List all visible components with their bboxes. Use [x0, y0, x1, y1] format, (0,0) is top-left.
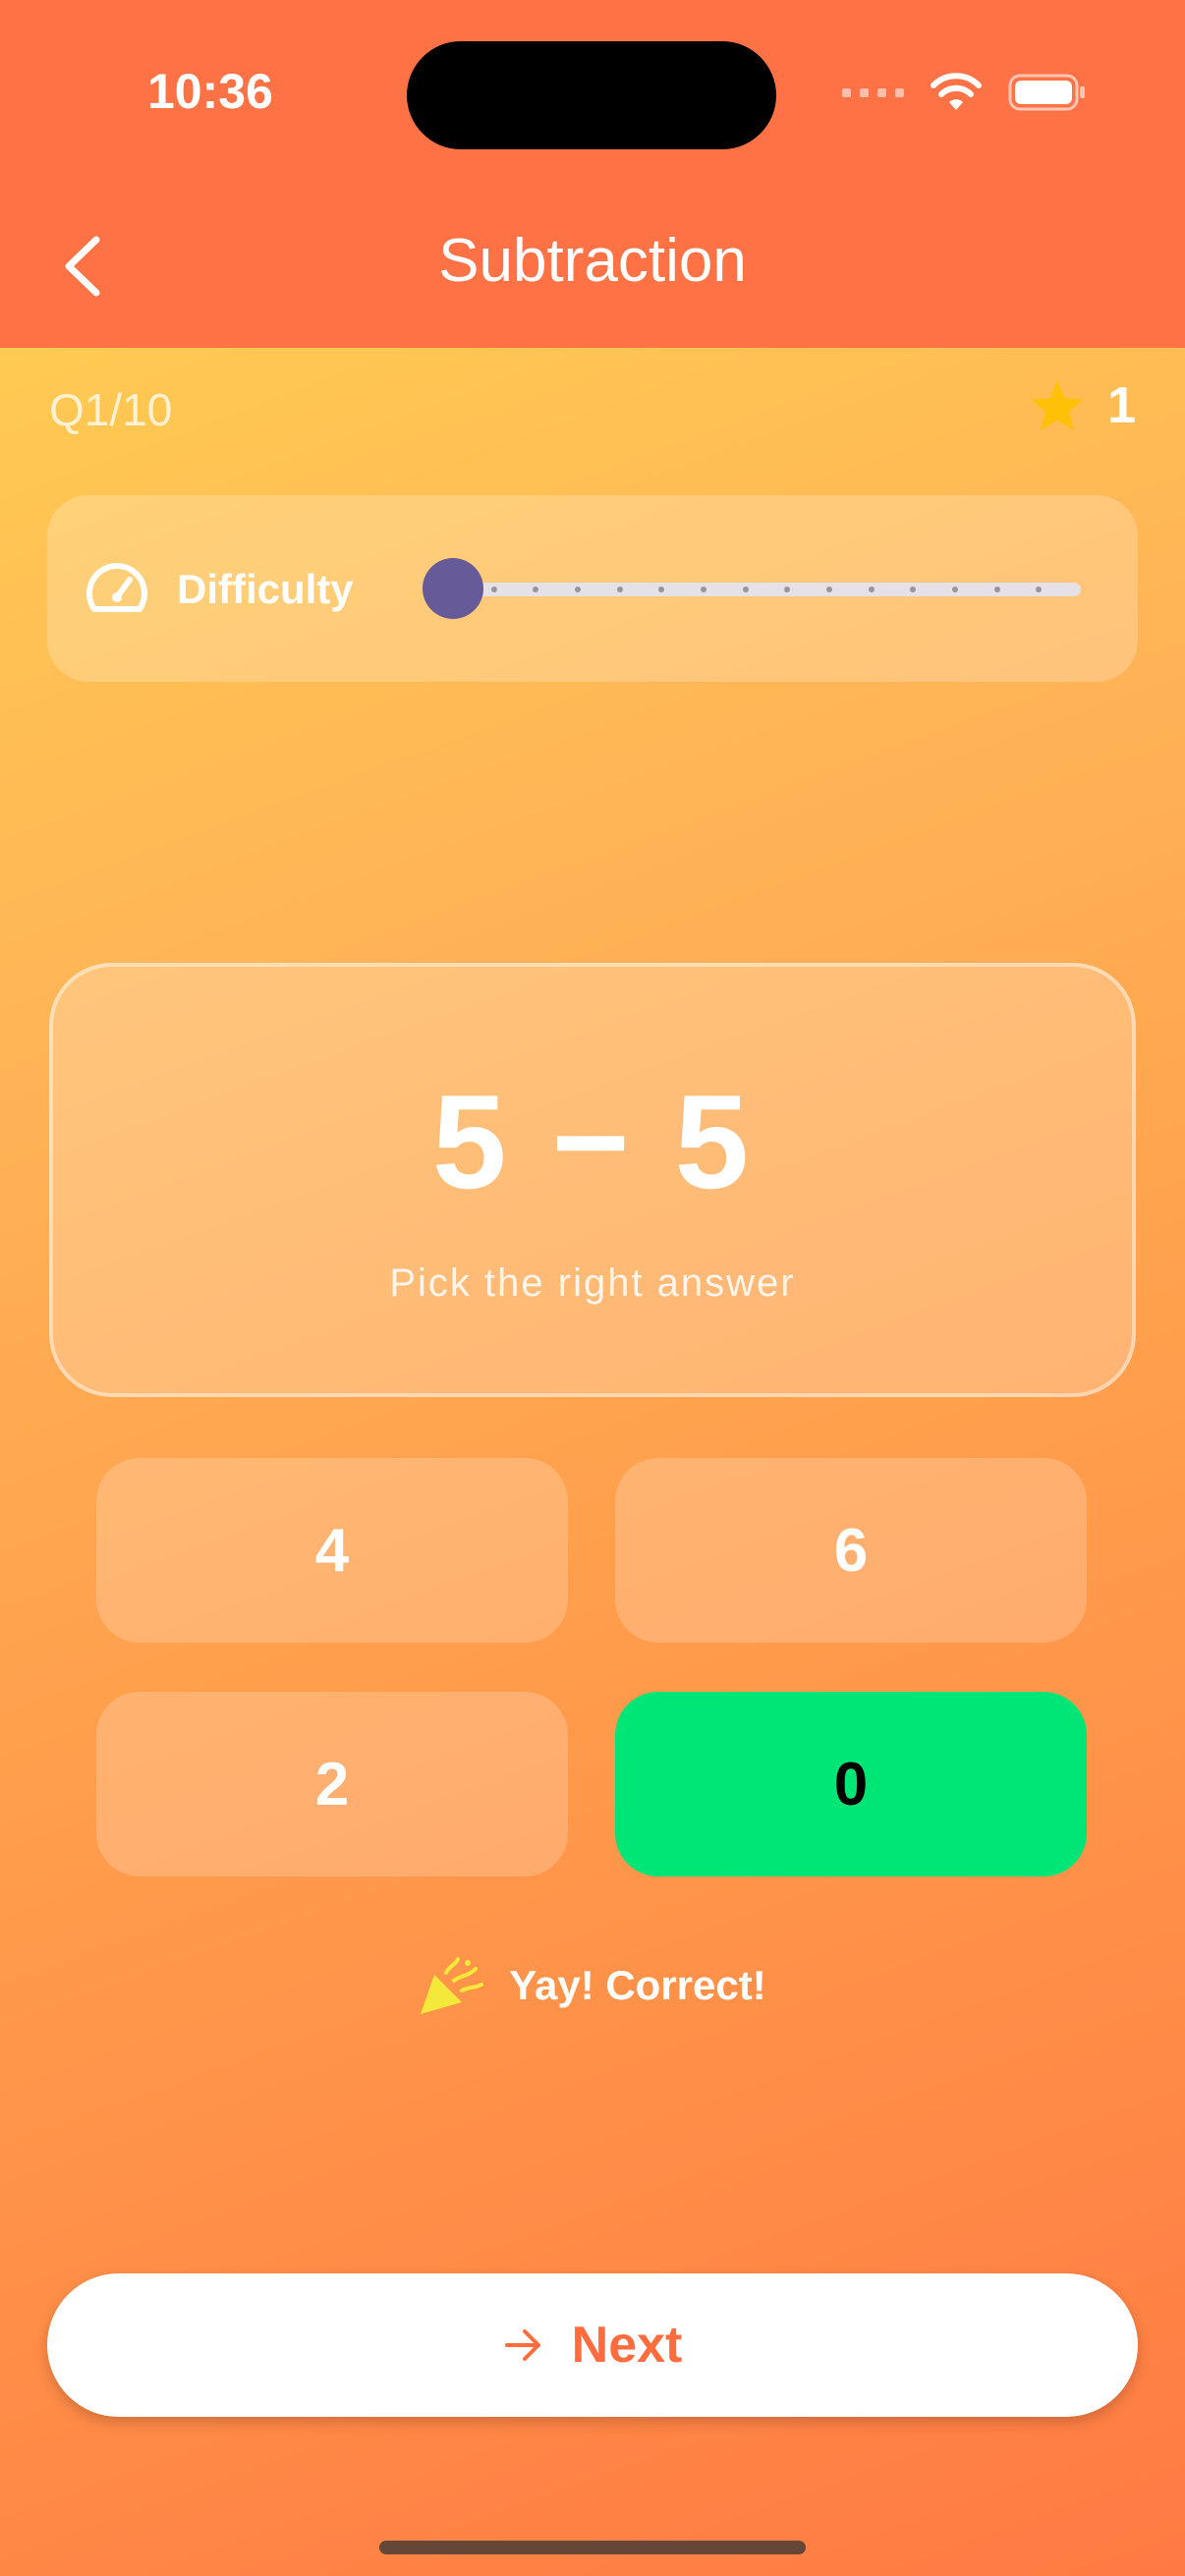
- slider-tick: [616, 587, 623, 592]
- cellular-icon: [842, 87, 904, 97]
- score-value: 1: [1107, 377, 1136, 434]
- dynamic-island: [407, 41, 776, 149]
- question-card: 5 − 5 Pick the right answer: [49, 963, 1136, 1397]
- slider-tick: [658, 587, 665, 592]
- question-hint: Pick the right answer: [389, 1261, 796, 1305]
- feedback-text: Yay! Correct!: [509, 1962, 766, 2008]
- slider-tick: [993, 587, 1000, 592]
- page-title: Subtraction: [438, 227, 747, 295]
- star-icon: [1031, 380, 1085, 430]
- slider-tick: [784, 587, 791, 592]
- header-bar: 10:36 Subtraction: [0, 0, 1185, 348]
- answer-button-correct[interactable]: 0: [615, 1692, 1087, 1876]
- slider-tick: [910, 587, 917, 592]
- speedometer-icon: [86, 563, 147, 612]
- slider-tick: [575, 587, 581, 592]
- slider-tick: [533, 587, 539, 592]
- difficulty-card: Difficulty: [47, 495, 1138, 682]
- slider-tick: [742, 587, 749, 592]
- wifi-icon: [931, 73, 982, 110]
- party-popper-icon: [421, 1957, 484, 2014]
- question-counter: Q1/10: [49, 384, 173, 435]
- slider-tick: [1036, 587, 1043, 592]
- score-display: 1: [1029, 376, 1136, 435]
- feedback-message: Yay! Correct!: [0, 1955, 1185, 2016]
- difficulty-slider-thumb[interactable]: [423, 558, 483, 619]
- next-button-label: Next: [571, 2317, 683, 2374]
- slider-tick: [952, 587, 958, 592]
- answer-button[interactable]: 4: [96, 1458, 568, 1643]
- difficulty-label: Difficulty: [177, 566, 354, 612]
- status-icons: [842, 73, 1087, 112]
- home-indicator[interactable]: [379, 2541, 806, 2554]
- answer-button[interactable]: 6: [615, 1458, 1087, 1643]
- equation-text: 5 − 5: [431, 1067, 754, 1216]
- slider-tick: [868, 587, 875, 592]
- status-time: 10:36: [147, 64, 273, 119]
- slider-tick: [490, 587, 497, 592]
- slider-tick: [701, 587, 706, 592]
- answer-button[interactable]: 2: [96, 1692, 568, 1876]
- next-button[interactable]: Next: [47, 2273, 1138, 2417]
- difficulty-slider[interactable]: [452, 583, 1081, 596]
- battery-icon: [1008, 74, 1085, 111]
- arrow-right-icon: [504, 2329, 540, 2361]
- slider-tick: [826, 587, 832, 592]
